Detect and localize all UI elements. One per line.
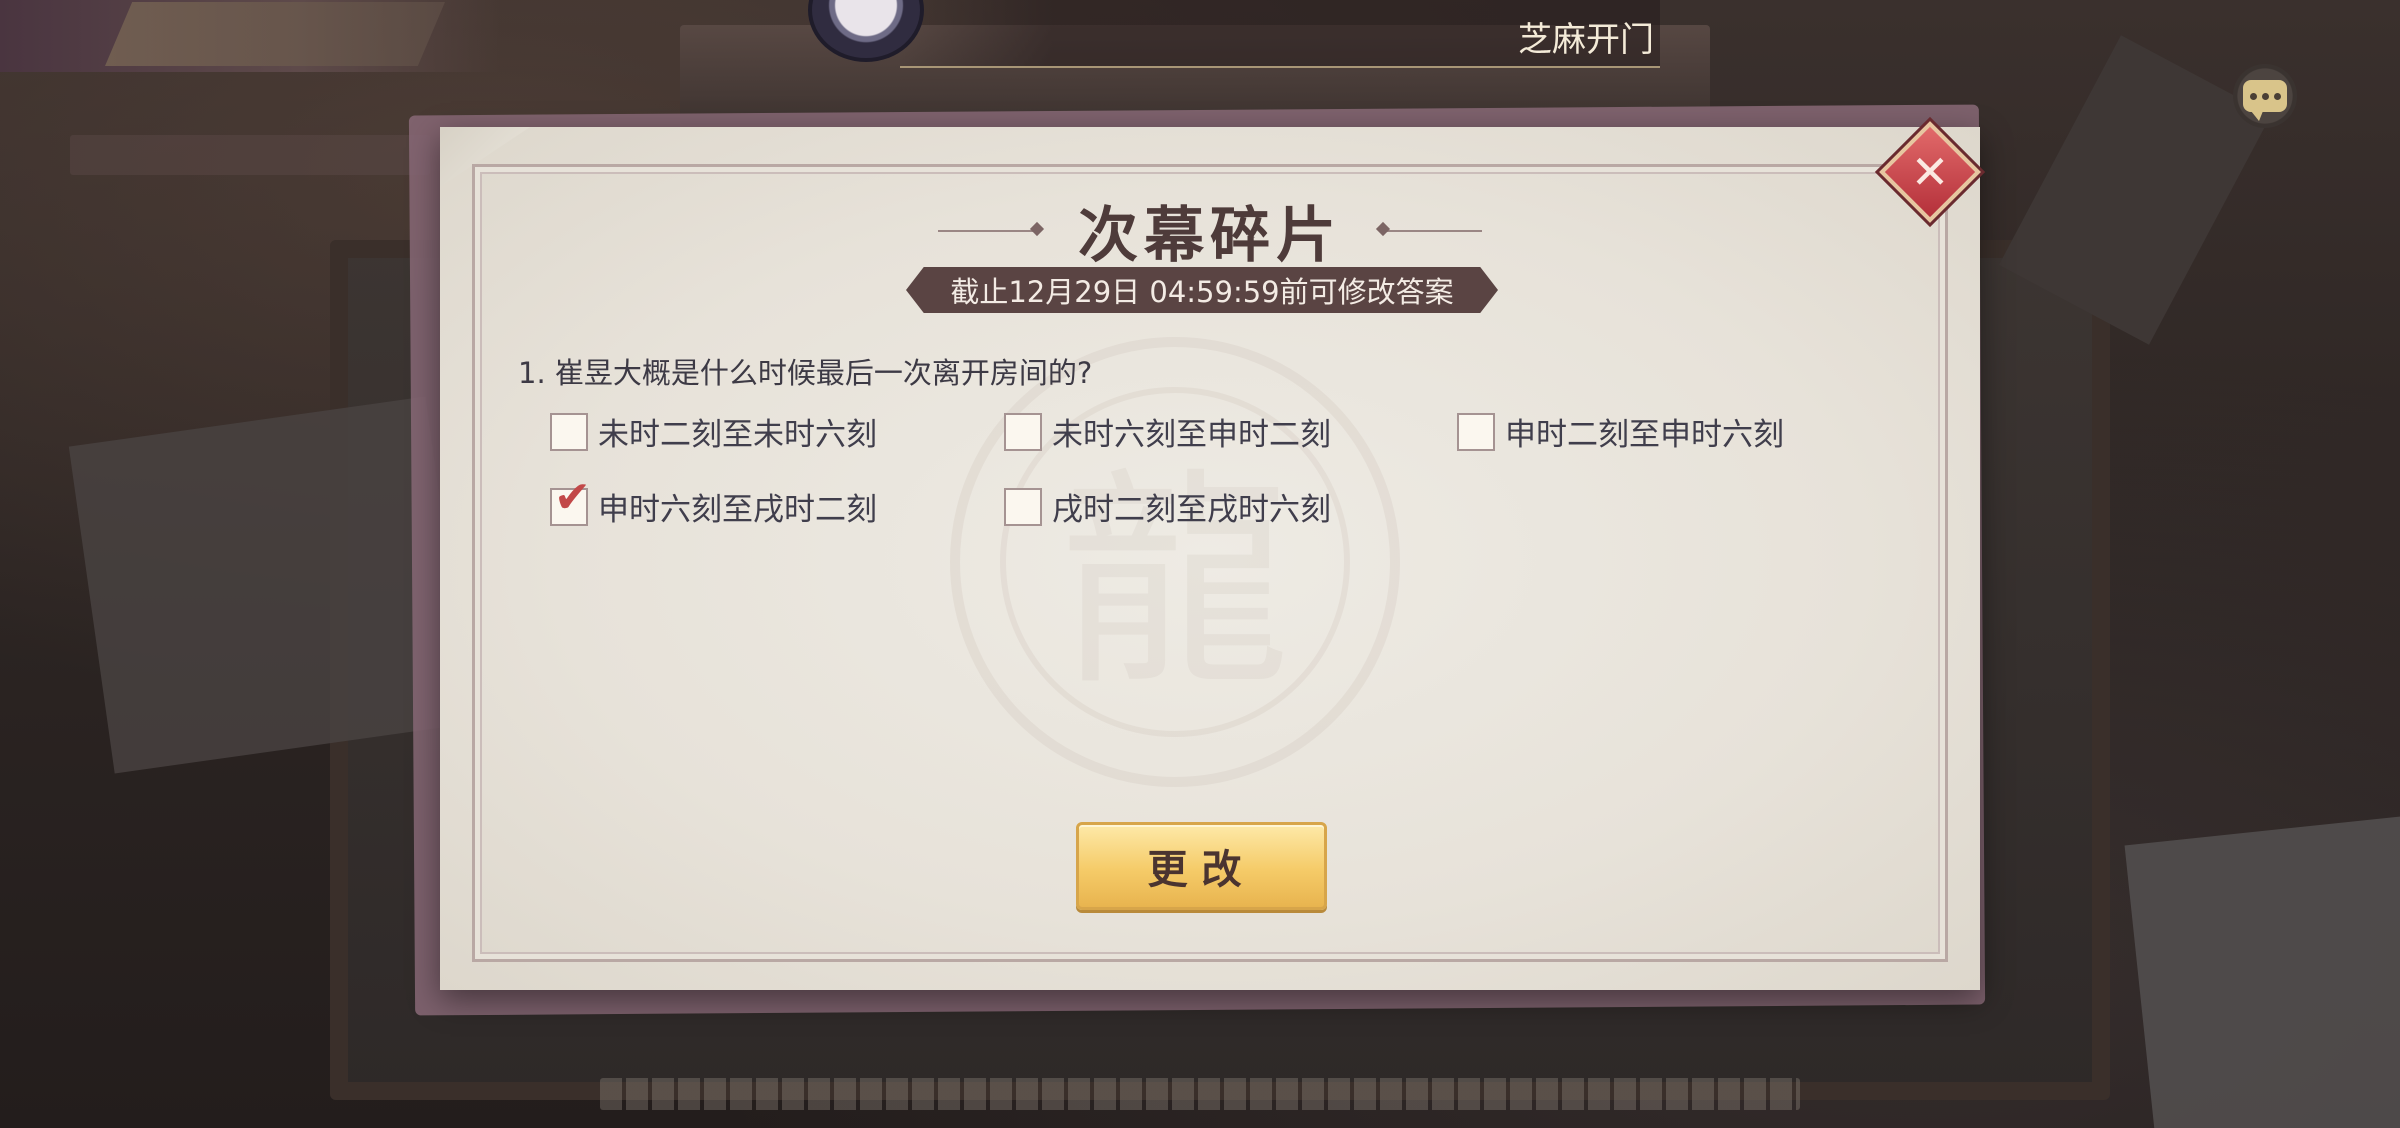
answer-option-3[interactable]: 申时二刻至申时六刻 [1457, 409, 1784, 454]
answer-option-4[interactable]: ✔ 申时六刻至戌时二刻 [550, 475, 877, 529]
chat-icon [2243, 80, 2287, 121]
dragon-watermark [950, 337, 1400, 787]
question-text: 1. 崔昱大概是什么时候最后一次离开房间的? [518, 356, 1093, 390]
option-label: 申时二刻至申时六刻 [1505, 417, 1784, 453]
answer-option-5[interactable]: 戌时二刻至戌时六刻 [1004, 484, 1331, 529]
dialog-title: 次幕碎片 [1078, 201, 1342, 271]
title-ornament-left [938, 229, 1038, 232]
background-paper [2124, 816, 2400, 1128]
checkbox-checked[interactable]: ✔ [550, 475, 591, 526]
checkbox[interactable] [550, 412, 588, 451]
option-label: 未时六刻至申时二刻 [1052, 417, 1331, 453]
answer-option-1[interactable]: 未时二刻至未时六刻 [550, 409, 877, 454]
checkmark-icon: ✔ [554, 471, 591, 523]
deadline-banner: 截止12月29日 04:59:59前可修改答案 [906, 267, 1498, 313]
top-left-badge [105, 2, 445, 66]
chat-button[interactable] [2233, 64, 2297, 128]
option-label: 未时二刻至未时六刻 [598, 417, 877, 453]
checkbox[interactable] [1004, 487, 1042, 526]
option-label: 申时六刻至戌时二刻 [598, 492, 877, 528]
checkbox[interactable] [1457, 412, 1495, 451]
answer-option-2[interactable]: 未时六刻至申时二刻 [1004, 409, 1331, 454]
close-icon: ✕ [1910, 145, 1950, 199]
checkbox[interactable] [1004, 412, 1042, 451]
title-ornament-right [1382, 229, 1482, 232]
top-left-subtitle [70, 135, 430, 175]
modify-answer-button[interactable]: 更改 [1076, 822, 1327, 910]
answer-dialog: 次幕碎片 截止12月29日 04:59:59前可修改答案 1. 崔昱大概是什么时… [440, 127, 1980, 990]
title-row: 次幕碎片 [440, 187, 1980, 274]
top-status-text: 芝麻开门 [1518, 20, 1654, 60]
background-hint-text [600, 1078, 1800, 1110]
option-label: 戌时二刻至戌时六刻 [1052, 492, 1331, 528]
